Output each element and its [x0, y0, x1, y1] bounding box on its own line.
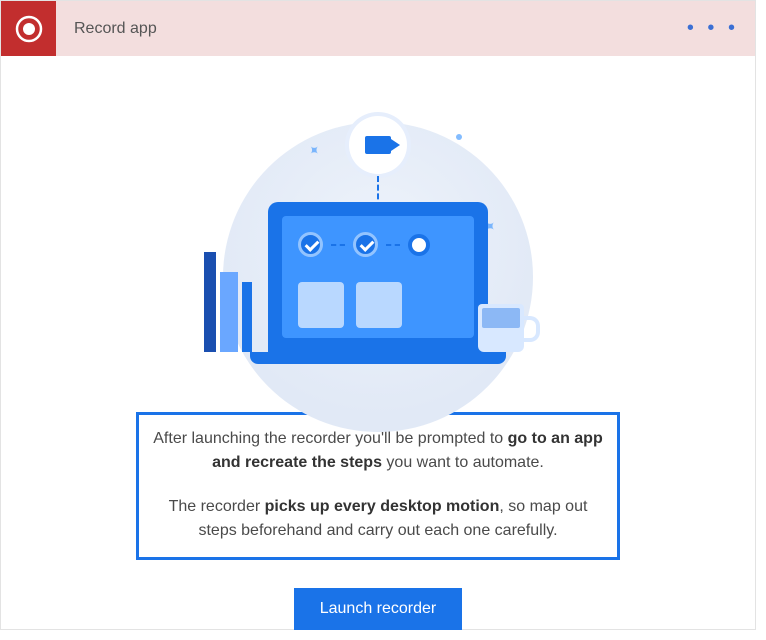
launch-recorder-button[interactable]: Launch recorder [294, 588, 463, 630]
description-paragraph-2: The recorder picks up every desktop moti… [149, 495, 607, 543]
card-title: Record app [74, 20, 157, 38]
laptop-graphic [268, 202, 488, 352]
cup-graphic [478, 304, 524, 352]
more-menu[interactable]: • • • [687, 17, 739, 40]
description-box: After launching the recorder you'll be p… [136, 412, 620, 560]
card-content: ✦ ✦ [1, 56, 755, 630]
description-paragraph-1: After launching the recorder you'll be p… [149, 427, 607, 475]
record-card: Record app • • • ✦ ✦ [0, 0, 756, 630]
record-icon [1, 1, 56, 56]
illustration: ✦ ✦ [198, 92, 558, 352]
card-header: Record app • • • [1, 1, 755, 56]
camera-icon [349, 116, 407, 174]
